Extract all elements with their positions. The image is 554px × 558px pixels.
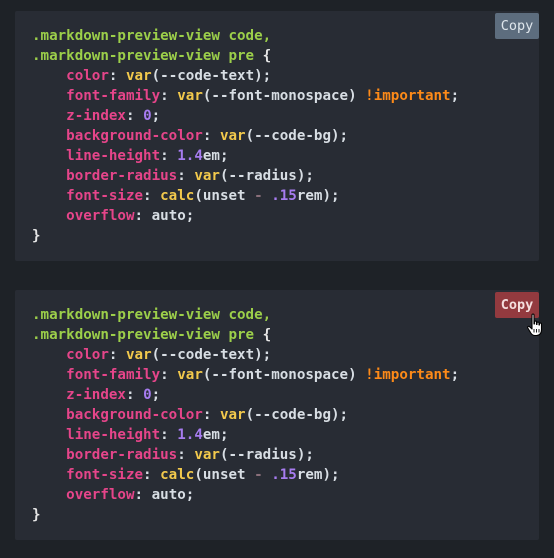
unit: em [202, 427, 220, 443]
code-block-1: Copy .markdown-preview-view code, .markd… [15, 11, 539, 261]
open-brace: { [262, 327, 272, 343]
important-keyword: !important [365, 88, 451, 104]
close-brace: } [32, 228, 41, 244]
number: .15 [271, 467, 297, 483]
property: z-index [66, 387, 126, 403]
property: line-height [66, 427, 161, 443]
number: 1.4 [177, 148, 203, 164]
property: color [66, 347, 109, 363]
argument: --font-monospace [211, 367, 349, 383]
code-content: .markdown-preview-view code, .markdown-p… [32, 28, 460, 244]
argument: --radius [228, 168, 297, 184]
argument: --radius [228, 447, 297, 463]
code-block-2: Copy .markdown-preview-view code, .markd… [15, 290, 539, 540]
property: background-color [66, 407, 203, 423]
value: auto [151, 208, 186, 224]
property: overflow [66, 487, 135, 503]
function: var [219, 407, 246, 423]
argument: --font-monospace [211, 88, 349, 104]
open-brace: { [262, 48, 272, 64]
property: background-color [66, 128, 203, 144]
argument: --code-bg [254, 128, 331, 144]
unit: rem [296, 467, 323, 483]
function: var [177, 88, 203, 104]
unit: em [202, 148, 220, 164]
hand-pointer-icon [527, 313, 543, 337]
property: overflow [66, 208, 135, 224]
property: line-height [66, 148, 161, 164]
function: calc [160, 188, 195, 204]
function: var [125, 68, 152, 84]
number: 0 [143, 108, 152, 124]
property: font-family [66, 88, 161, 104]
argument: unset [202, 188, 246, 204]
code-content: .markdown-preview-view code, .markdown-p… [32, 307, 460, 523]
function: calc [160, 467, 195, 483]
property: font-size [66, 188, 144, 204]
argument: --code-text [160, 347, 255, 363]
function: var [194, 168, 220, 184]
property: font-size [66, 467, 144, 483]
property: z-index [66, 108, 126, 124]
argument: --code-bg [254, 407, 331, 423]
selector: .markdown-preview-view pre [32, 48, 255, 64]
selector: .markdown-preview-view code, [32, 307, 272, 323]
function: var [177, 367, 203, 383]
number: 0 [143, 387, 152, 403]
value: auto [151, 487, 186, 503]
unit: rem [296, 188, 323, 204]
argument: unset [202, 467, 246, 483]
function: var [219, 128, 246, 144]
operator: - [254, 467, 263, 483]
operator: - [254, 188, 263, 204]
function: var [125, 347, 152, 363]
number: .15 [271, 188, 297, 204]
property: font-family [66, 367, 161, 383]
number: 1.4 [177, 427, 203, 443]
argument: --code-text [160, 68, 255, 84]
copy-button[interactable]: Copy [495, 13, 539, 39]
close-brace: } [32, 507, 41, 523]
property: border-radius [66, 447, 178, 463]
selector: .markdown-preview-view code, [32, 28, 272, 44]
function: var [194, 447, 220, 463]
property: color [66, 68, 109, 84]
property: border-radius [66, 168, 178, 184]
important-keyword: !important [365, 367, 451, 383]
selector: .markdown-preview-view pre [32, 327, 255, 343]
